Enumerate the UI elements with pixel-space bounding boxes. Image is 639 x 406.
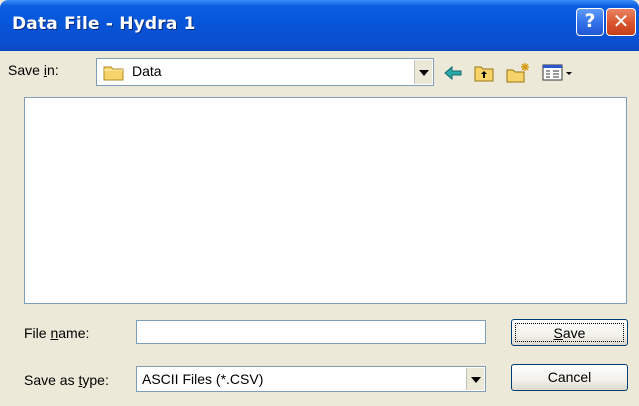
back-arrow-icon[interactable] [443,62,463,84]
save-dialog: Data File - Hydra 1 ? ✕ Save in: Data Fi… [0,0,639,406]
save-in-value: Data [132,63,162,79]
file-name-label: File name: [24,325,90,341]
file-name-input[interactable] [136,320,486,344]
new-folder-icon[interactable] [505,62,531,84]
file-list[interactable] [24,97,627,304]
save-as-type-dropdown-arrow[interactable] [466,368,484,390]
help-button[interactable]: ? [576,8,604,36]
up-one-level-icon[interactable] [473,62,495,84]
title-bar[interactable]: Data File - Hydra 1 ? ✕ [0,0,639,51]
save-button[interactable]: Save [511,319,628,346]
save-in-dropdown[interactable]: Data [96,58,434,86]
folder-icon [103,64,125,84]
save-in-label: Save in: [8,62,59,78]
save-in-dropdown-arrow[interactable] [414,60,432,84]
window-title: Data File - Hydra 1 [12,14,196,34]
cancel-button[interactable]: Cancel [511,364,628,391]
save-as-type-dropdown[interactable]: ASCII Files (*.CSV) [136,366,486,392]
save-as-type-label: Save as type: [24,372,109,388]
view-menu-icon[interactable] [542,62,576,84]
close-button[interactable]: ✕ [606,8,636,36]
save-button-label: Save [515,323,624,342]
save-as-type-value: ASCII Files (*.CSV) [142,371,264,387]
